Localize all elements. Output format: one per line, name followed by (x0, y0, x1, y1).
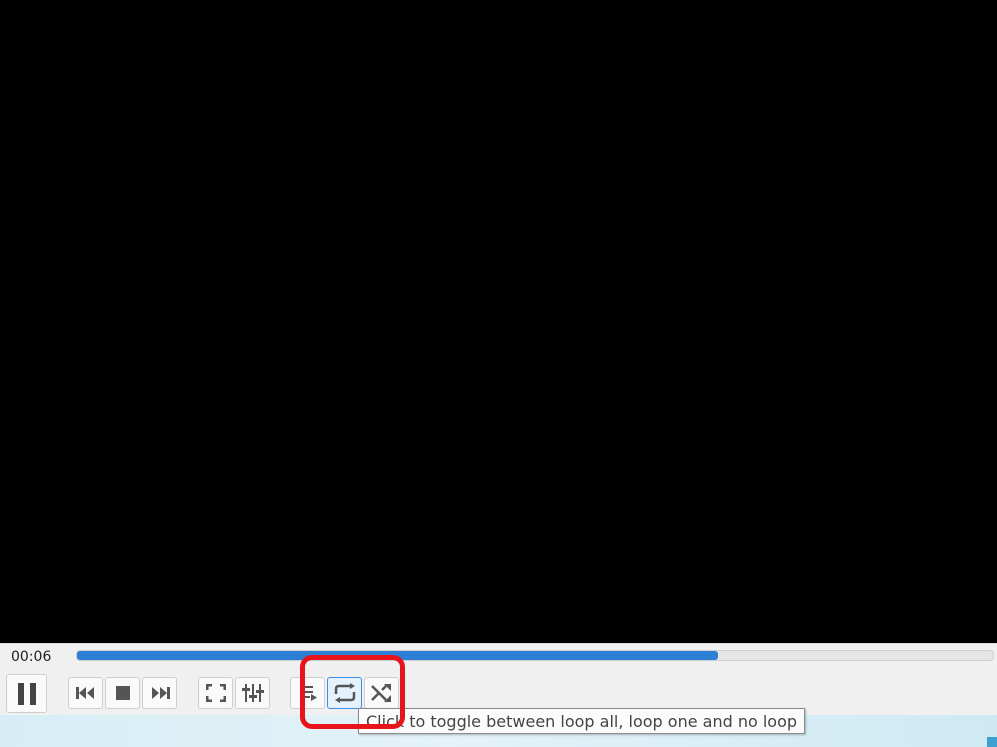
pause-button[interactable] (6, 674, 47, 713)
loop-icon (333, 683, 357, 703)
seek-slider[interactable] (76, 650, 994, 661)
random-icon (370, 683, 393, 703)
fullscreen-icon (205, 684, 226, 702)
video-display[interactable] (0, 0, 997, 643)
extended-settings-button[interactable] (235, 677, 270, 709)
stop-button[interactable] (105, 677, 140, 709)
next-button[interactable] (142, 677, 177, 709)
media-player-window: 00:06 Click to toggle between loop all, … (0, 0, 997, 747)
previous-icon (75, 686, 97, 700)
loop-tooltip: Click to toggle between loop all, loop o… (358, 708, 806, 734)
elapsed-time: 00:06 (11, 649, 52, 665)
fullscreen-button[interactable] (198, 677, 233, 709)
playlist-icon (298, 684, 318, 702)
seek-progress-fill (77, 651, 719, 660)
next-icon (149, 686, 171, 700)
loop-button[interactable] (327, 677, 362, 709)
pause-icon (15, 681, 39, 707)
playlist-button[interactable] (290, 677, 325, 709)
stop-icon (115, 685, 131, 701)
previous-button[interactable] (68, 677, 103, 709)
extended-settings-icon (241, 683, 264, 703)
taskbar-corner (987, 737, 997, 747)
random-button[interactable] (364, 677, 399, 709)
